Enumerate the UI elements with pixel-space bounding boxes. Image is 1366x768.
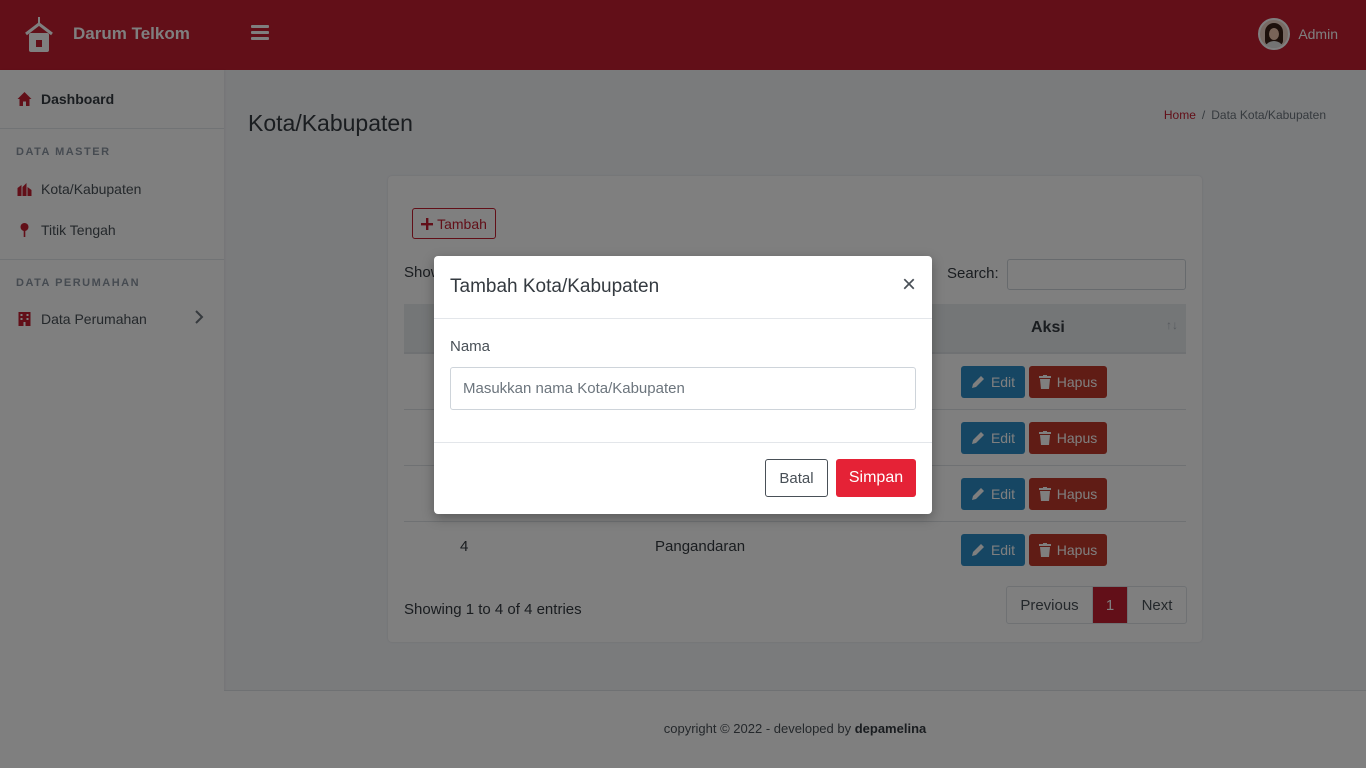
close-icon[interactable]: × — [902, 272, 916, 298]
modal-title: Tambah Kota/Kabupaten — [450, 276, 660, 297]
nama-input[interactable] — [450, 367, 916, 410]
cancel-button[interactable]: Batal — [765, 459, 828, 497]
nama-label: Nama — [450, 338, 491, 355]
modal-footer: Batal Simpan — [434, 442, 932, 514]
add-modal: Tambah Kota/Kabupaten × Nama Batal Simpa… — [434, 256, 932, 514]
save-button[interactable]: Simpan — [836, 459, 916, 497]
modal-header: Tambah Kota/Kabupaten × — [434, 256, 932, 319]
